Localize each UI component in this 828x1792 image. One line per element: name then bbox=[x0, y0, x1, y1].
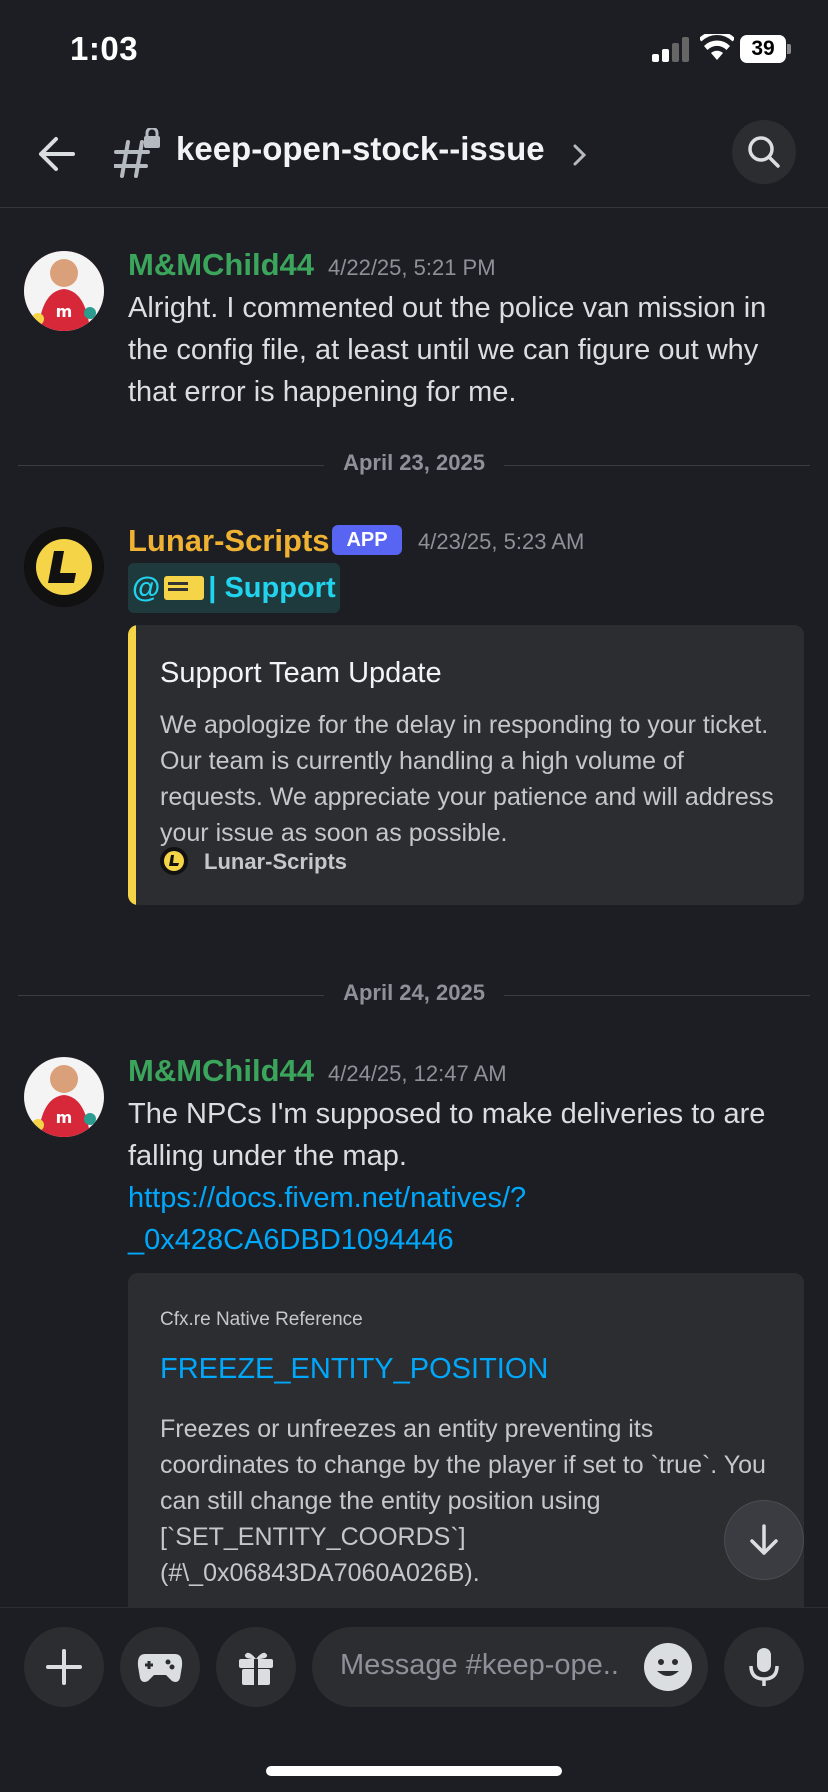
message-text: The NPCs I'm supposed to make deliveries… bbox=[128, 1098, 766, 1172]
date-divider-label: April 23, 2025 bbox=[343, 450, 485, 475]
embed-accent-bar bbox=[128, 625, 136, 905]
battery-level: 39 bbox=[751, 37, 775, 60]
status-time: 1:03 bbox=[70, 30, 139, 67]
status-bar: 1:03 39 bbox=[0, 0, 828, 100]
message-link[interactable]: https://docs.fivem.net/natives/? _0x428C… bbox=[128, 1177, 808, 1261]
embed-description: We apologize for the delay in responding… bbox=[160, 711, 774, 847]
timestamp: 4/24/25, 12:47 AM bbox=[328, 1061, 507, 1086]
battery-icon: 39 bbox=[740, 35, 792, 63]
gamepad-icon bbox=[137, 1654, 183, 1682]
date-divider-label: April 24, 2025 bbox=[343, 980, 485, 1005]
gift-icon bbox=[239, 1652, 273, 1685]
arrow-down-icon bbox=[750, 1524, 778, 1555]
message-list[interactable]: m M&MChild44 4/22/25, 5:21 PM Alright. I… bbox=[0, 209, 828, 1607]
embed-footer-text: Lunar-Scripts bbox=[204, 849, 348, 874]
app-badge: APP bbox=[332, 525, 402, 555]
avatar-image: m bbox=[24, 1057, 104, 1137]
chevron-right-icon[interactable] bbox=[570, 140, 590, 170]
username[interactable]: M&MChild44 bbox=[128, 1053, 314, 1089]
bot-timestamp: 4/23/25, 5:23 AM bbox=[418, 529, 585, 554]
mention-prefix: @ bbox=[132, 572, 161, 604]
plus-icon bbox=[46, 1649, 82, 1685]
bot-avatar[interactable] bbox=[24, 527, 104, 607]
bot-username[interactable]: Lunar-Scripts bbox=[128, 523, 330, 559]
support-embed: Support Team Update We apologize for the… bbox=[128, 625, 804, 905]
search-icon bbox=[748, 136, 780, 168]
embed-title: Support Team Update bbox=[160, 657, 442, 689]
microphone-icon bbox=[749, 1648, 779, 1686]
activities-button[interactable] bbox=[120, 1627, 200, 1707]
timestamp: 4/22/25, 5:21 PM bbox=[328, 255, 496, 280]
message-text: Alright. I commented out the police van … bbox=[128, 292, 767, 408]
link-line[interactable]: https://docs.fivem.net/natives/? bbox=[128, 1177, 808, 1219]
home-indicator[interactable] bbox=[266, 1766, 562, 1776]
scroll-to-bottom-button[interactable] bbox=[724, 1500, 804, 1580]
avatar[interactable]: m bbox=[24, 251, 104, 331]
date-divider: April 23, 2025 bbox=[18, 450, 810, 480]
arrow-left-icon bbox=[39, 137, 75, 171]
username[interactable]: M&MChild44 bbox=[128, 247, 314, 283]
voice-message-button[interactable] bbox=[724, 1627, 804, 1707]
link-embed: Cfx.re Native Reference FREEZE_ENTITY_PO… bbox=[128, 1273, 804, 1607]
embed-footer-icon bbox=[160, 847, 188, 875]
role-mention[interactable]: @ | Support bbox=[128, 563, 340, 613]
channel-name[interactable]: keep-open-stock--issue bbox=[176, 130, 545, 168]
avatar[interactable]: m bbox=[24, 1057, 104, 1137]
date-divider: April 24, 2025 bbox=[18, 980, 810, 1010]
message-input[interactable]: Message #keep-ope.. bbox=[312, 1627, 708, 1707]
embed-title-link[interactable]: FREEZE_ENTITY_POSITION bbox=[160, 1353, 548, 1386]
gift-button[interactable] bbox=[216, 1627, 296, 1707]
embed-provider: Cfx.re Native Reference bbox=[160, 1309, 363, 1330]
channel-header: keep-open-stock--issue bbox=[0, 100, 828, 208]
svg-text:m: m bbox=[56, 1108, 73, 1127]
add-attachment-button[interactable] bbox=[24, 1627, 104, 1707]
back-button[interactable] bbox=[28, 126, 84, 182]
cellular-signal-icon bbox=[652, 36, 690, 62]
lunar-scripts-logo-icon bbox=[24, 527, 104, 607]
mention-role: | Support bbox=[208, 572, 336, 604]
link-line[interactable]: _0x428CA6DBD1094446 bbox=[128, 1219, 808, 1261]
emoji-button[interactable] bbox=[644, 1643, 692, 1691]
search-button[interactable] bbox=[732, 120, 796, 184]
avatar-image: m bbox=[24, 251, 104, 331]
embed-description: Freezes or unfreezes an entity preventin… bbox=[160, 1415, 766, 1587]
message-composer: Message #keep-ope.. bbox=[0, 1607, 828, 1792]
message-placeholder: Message #keep-ope.. bbox=[340, 1649, 619, 1681]
smiley-icon bbox=[657, 1659, 679, 1676]
locked-channel-icon bbox=[114, 128, 160, 178]
svg-text:m: m bbox=[56, 302, 73, 321]
wifi-icon bbox=[700, 34, 734, 60]
ticket-emoji-icon bbox=[164, 576, 205, 600]
